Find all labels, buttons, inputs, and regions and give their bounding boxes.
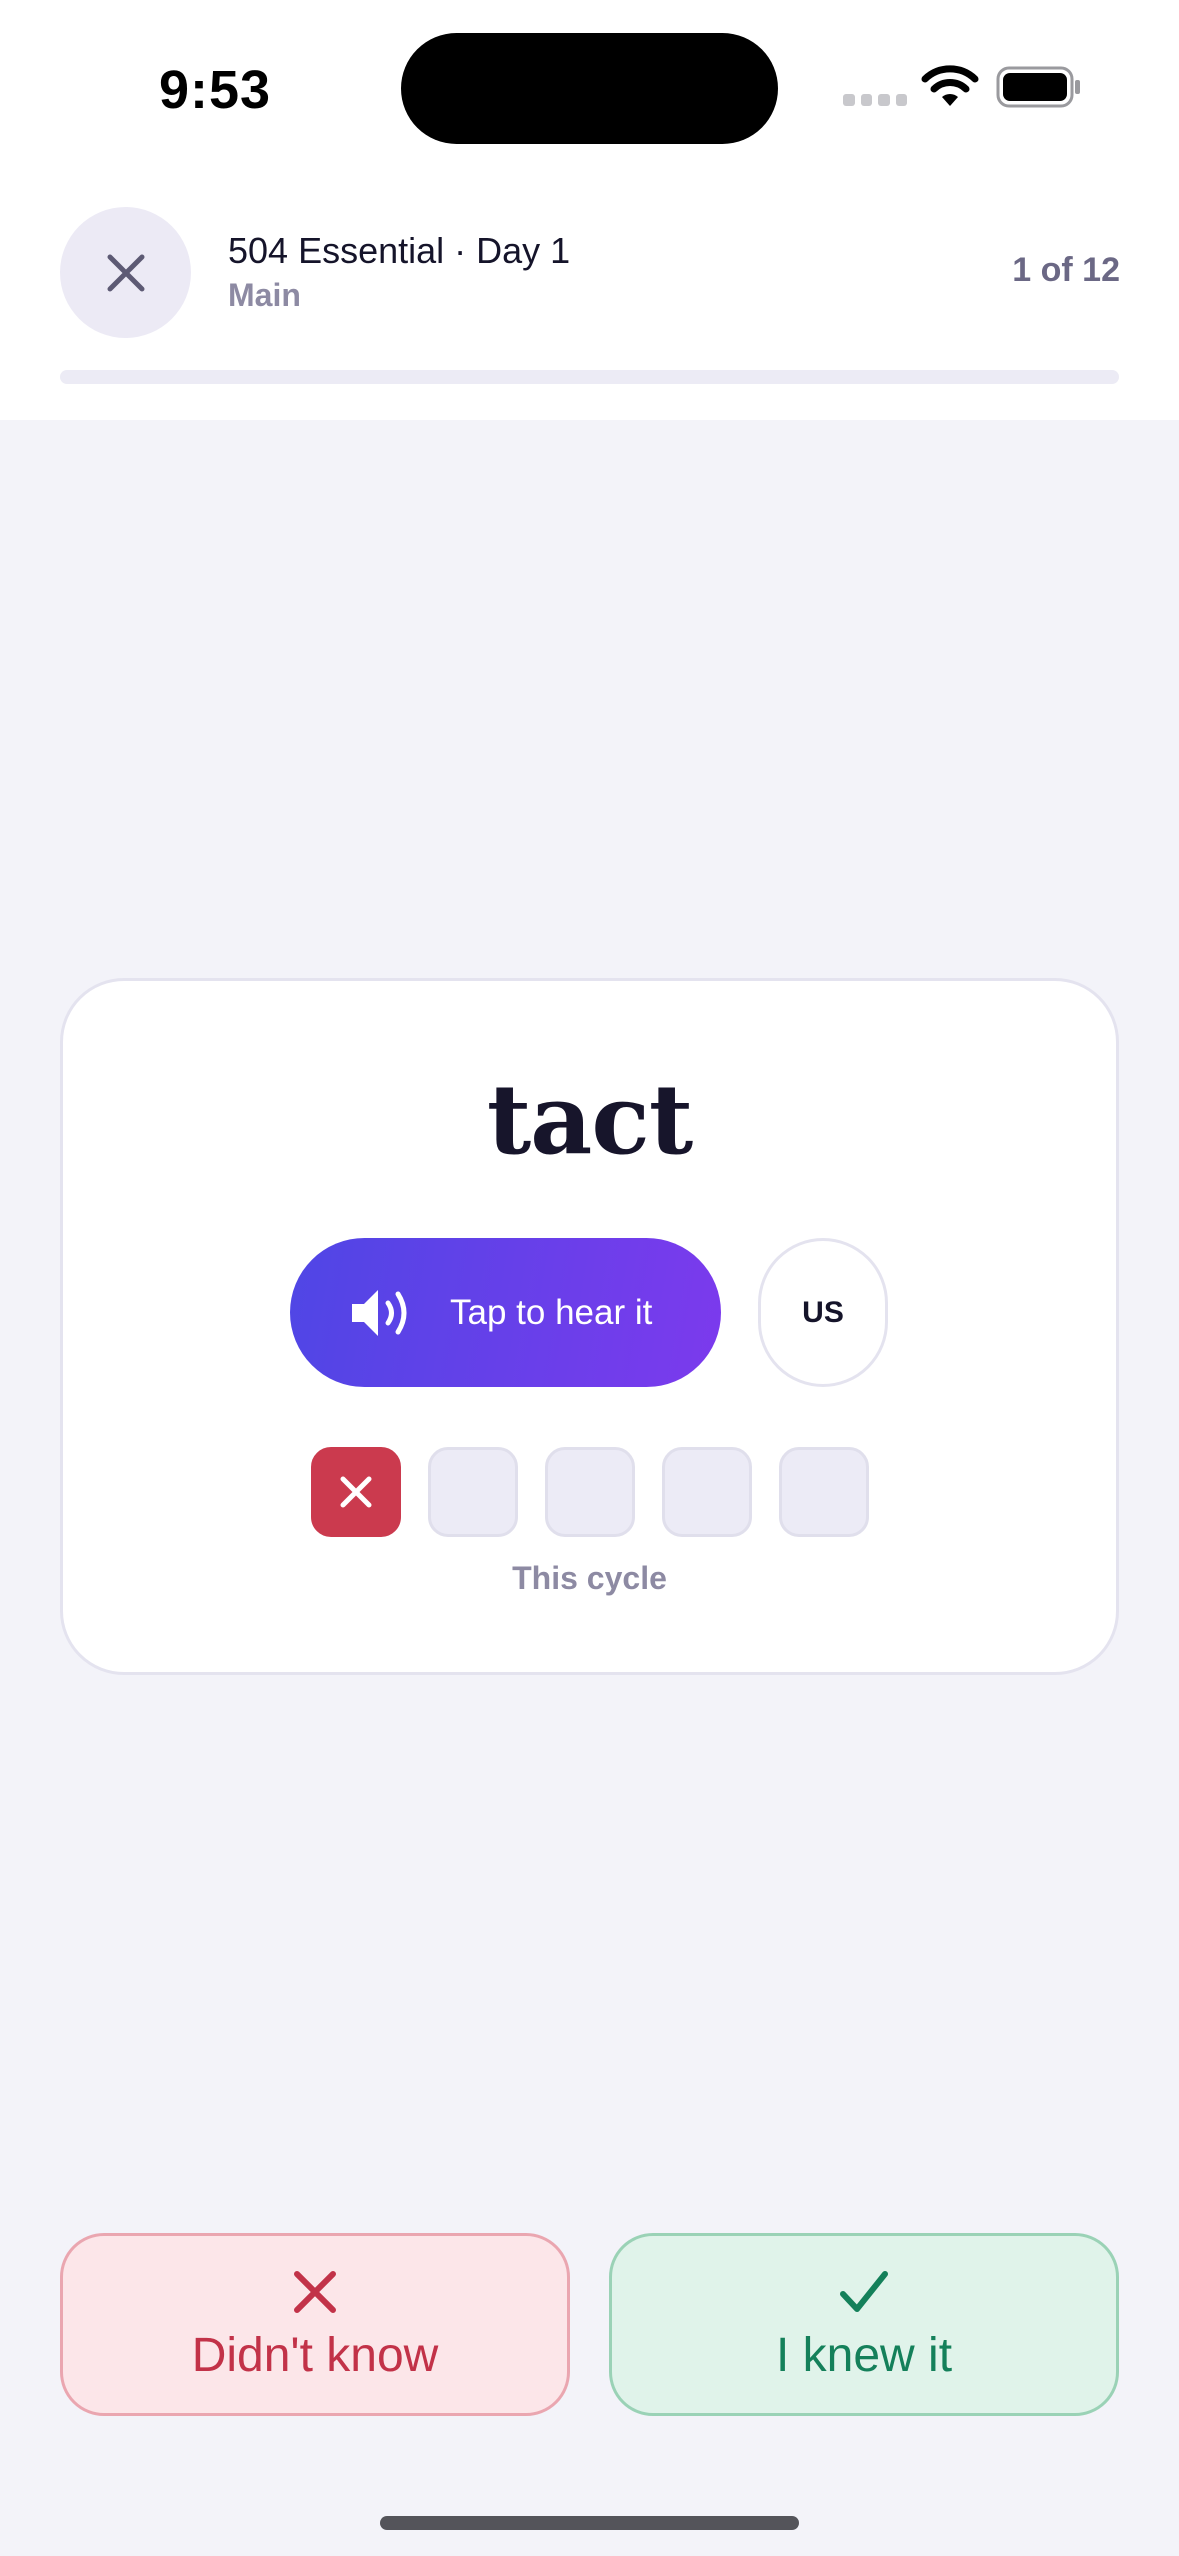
deck-title: 504 Essential · Day 1 [228,230,571,271]
accent-toggle-button[interactable]: US [758,1238,888,1387]
knew-it-label: I knew it [775,2329,953,2382]
session-progress-bar [60,370,1119,384]
cycle-box-miss [311,1447,401,1537]
battery-icon [996,66,1080,108]
close-button[interactable] [60,207,191,338]
close-icon [107,254,144,291]
card-counter: 1 of 12 [1012,251,1120,289]
cycle-box-empty [662,1447,752,1537]
play-pronunciation-button[interactable]: Tap to hear it [290,1238,721,1387]
cycle-box-empty [545,1447,635,1537]
x-icon [340,1476,372,1508]
play-pronunciation-label: Tap to hear it [450,1292,653,1332]
deck-subtitle: Main [228,277,301,313]
cellular-signal-icon [843,93,907,107]
speaker-icon [352,1289,407,1336]
didnt-know-label: Didn't know [191,2329,439,2382]
vocabulary-word: tact [486,1063,693,1176]
dynamic-island [401,33,778,144]
home-indicator [380,2516,799,2530]
checkmark-icon [840,2271,888,2312]
x-icon [294,2271,336,2313]
didnt-know-button[interactable]: Didn't know [60,2233,570,2416]
wifi-icon [921,65,979,106]
status-time: 9:53 [158,60,272,120]
knew-it-button[interactable]: I knew it [609,2233,1119,2416]
cycle-box-empty [428,1447,518,1537]
cycle-box-empty [779,1447,869,1537]
cycle-label: This cycle [512,1560,667,1596]
cycle-history [311,1447,869,1537]
